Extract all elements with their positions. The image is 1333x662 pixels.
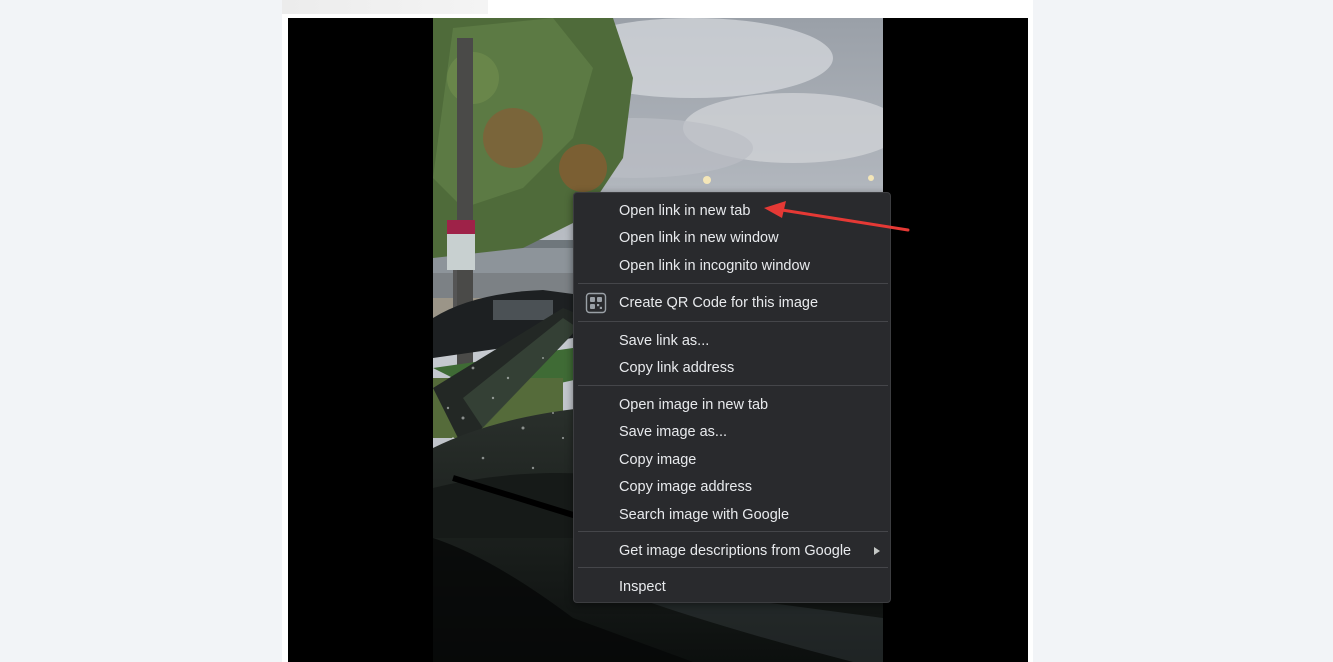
menu-item-label: Open link in incognito window bbox=[619, 258, 811, 274]
menu-item-copy-image[interactable]: Copy image bbox=[574, 447, 890, 473]
menu-separator bbox=[578, 531, 888, 532]
menu-item-get-image-descriptions[interactable]: Get image descriptions from Google bbox=[574, 538, 890, 564]
red-arrow-annotation-icon bbox=[764, 201, 910, 232]
menu-item-open-link-incognito[interactable]: Open link in incognito window bbox=[574, 253, 890, 279]
menu-item-label: Save link as... bbox=[619, 333, 710, 349]
chevron-right-icon bbox=[874, 547, 880, 555]
menu-separator bbox=[578, 321, 888, 322]
menu-item-open-image-new-tab[interactable]: Open image in new tab bbox=[574, 392, 890, 418]
menu-item-label: Create QR Code for this image bbox=[619, 295, 819, 311]
menu-item-label: Copy image bbox=[619, 452, 697, 468]
context-menu: Open link in new tab Open link in new wi… bbox=[573, 192, 891, 603]
menu-separator bbox=[578, 567, 888, 568]
menu-item-save-image-as[interactable]: Save image as... bbox=[574, 419, 890, 445]
page: Open link in new tab Open link in new wi… bbox=[0, 0, 1333, 662]
menu-item-save-link-as[interactable]: Save link as... bbox=[574, 328, 890, 354]
menu-item-label: Search image with Google bbox=[619, 507, 790, 523]
menu-item-label: Copy link address bbox=[619, 360, 735, 376]
tab-stub bbox=[282, 0, 488, 14]
menu-item-label: Inspect bbox=[619, 579, 666, 595]
menu-item-label: Open image in new tab bbox=[619, 397, 769, 413]
qr-code-icon bbox=[585, 292, 607, 314]
menu-item-search-image-google[interactable]: Search image with Google bbox=[574, 502, 890, 528]
menu-separator bbox=[578, 283, 888, 284]
menu-item-label: Copy image address bbox=[619, 479, 752, 495]
menu-item-label: Get image descriptions from Google bbox=[619, 543, 852, 559]
menu-item-create-qr-code[interactable]: Create QR Code for this image bbox=[574, 290, 890, 316]
menu-separator bbox=[578, 385, 888, 386]
menu-item-copy-image-address[interactable]: Copy image address bbox=[574, 474, 890, 500]
menu-item-inspect[interactable]: Inspect bbox=[574, 574, 890, 600]
menu-item-copy-link-address[interactable]: Copy link address bbox=[574, 355, 890, 381]
menu-item-label: Open link in new window bbox=[619, 230, 779, 246]
menu-item-label: Open link in new tab bbox=[619, 203, 751, 219]
menu-item-label: Save image as... bbox=[619, 424, 727, 440]
